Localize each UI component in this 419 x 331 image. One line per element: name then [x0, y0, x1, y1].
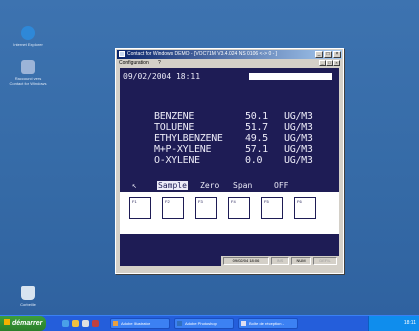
taskbar-item-inbox[interactable]: Boîte de réception - [238, 318, 298, 329]
status-ins: INS [271, 257, 289, 265]
quicklaunch-app-icon[interactable] [82, 320, 89, 327]
minimize-button[interactable]: _ [315, 51, 323, 58]
photoshop-icon [177, 321, 182, 326]
quicklaunch-ie-icon[interactable] [62, 320, 69, 327]
mdi-restore-button[interactable]: □ [326, 60, 333, 66]
inbox-icon [241, 321, 246, 326]
function-key-panel: F1 F2 F3 F4 F5 F6 [120, 192, 339, 234]
function-key-label: F6 [297, 199, 302, 204]
status-datetime: 09/02/04 18:06 [223, 257, 269, 265]
taskbar-item-photoshop[interactable]: Adobe Photoshop [174, 318, 234, 329]
app-window: Contact for Windows DEMO - [VOC71M V3.4.… [115, 48, 344, 274]
desktop-icon-label: Raccourci vers Contact for Windows [9, 76, 47, 86]
compound-unit: UG/M3 [284, 122, 313, 133]
compound-value: 51.7 [245, 122, 268, 133]
mdi-minimize-button[interactable]: _ [319, 60, 326, 66]
title-bar[interactable]: Contact for Windows DEMO - [VOC71M V3.4.… [117, 50, 342, 59]
message-bar [249, 73, 332, 80]
off-mode-button[interactable]: OFF [274, 181, 288, 190]
mdi-close-button[interactable]: × [333, 60, 340, 66]
desktop-icon-label: Internet Explorer [13, 42, 43, 47]
taskbar-item-label: Adobe Photoshop [185, 321, 217, 326]
compound-unit: UG/M3 [284, 111, 313, 122]
app-icon[interactable] [119, 51, 125, 57]
function-key-label: F1 [132, 199, 137, 204]
windows-logo-icon [4, 319, 10, 325]
taskbar-item-illustrator[interactable]: Adobe Illustrator [110, 318, 170, 329]
back-arrow-button[interactable]: ↖ [132, 181, 137, 190]
taskbar-item-label: Boîte de réception - [249, 321, 284, 326]
compound-unit: UG/M3 [284, 133, 313, 144]
recycle-bin-shortcut[interactable]: Corbeille [8, 286, 48, 307]
shortcut-icon [21, 60, 35, 74]
illustrator-icon [113, 321, 118, 326]
internet-explorer-icon [21, 26, 35, 40]
compound-value: 57.1 [245, 144, 268, 155]
compound-name: TOLUENE [154, 122, 195, 133]
compound-name: BENZENE [154, 111, 195, 122]
maximize-button[interactable]: □ [324, 51, 332, 58]
start-label: démarrer [12, 320, 43, 327]
compound-value: 0.0 [245, 155, 263, 166]
function-key-f5[interactable]: F5 [261, 197, 283, 219]
status-bar: 09/02/04 18:06 INS NUM DEFIL [221, 256, 339, 266]
menu-label: Configuration [119, 60, 149, 66]
internet-explorer-shortcut[interactable]: Internet Explorer [8, 26, 48, 47]
compound-name: O-XYLENE [154, 155, 200, 166]
taskbar: démarrer Adobe Illustrator Adobe Photosh… [0, 315, 419, 331]
contact-shortcut[interactable]: Raccourci vers Contact for Windows [8, 60, 48, 86]
compound-unit: UG/M3 [284, 155, 313, 166]
system-tray: 18:11 [368, 316, 419, 331]
function-key-label: F4 [231, 199, 236, 204]
menu-configuration[interactable]: Configuration [119, 60, 149, 66]
compound-value: 49.5 [245, 133, 268, 144]
quicklaunch-folder-icon[interactable] [72, 320, 79, 327]
sample-mode-button[interactable]: Sample [157, 181, 188, 190]
function-key-label: F3 [198, 199, 203, 204]
menu-help[interactable]: ? [158, 60, 161, 66]
function-key-label: F2 [165, 199, 170, 204]
analyzer-datetime: 09/02/2004 18:11 [123, 72, 201, 81]
function-key-f3[interactable]: F3 [195, 197, 217, 219]
close-button[interactable]: × [333, 51, 341, 58]
status-num: NUM [291, 257, 311, 265]
zero-mode-button[interactable]: Zero [200, 181, 219, 190]
span-mode-button[interactable]: Span [233, 181, 252, 190]
compound-name: ETHYLBENZENE [154, 133, 223, 144]
function-key-f2[interactable]: F2 [162, 197, 184, 219]
compound-unit: UG/M3 [284, 144, 313, 155]
compound-name: M+P-XYLENE [154, 144, 212, 155]
function-key-f1[interactable]: F1 [129, 197, 151, 219]
compound-value: 50.1 [245, 111, 268, 122]
desktop: Internet Explorer Raccourci vers Contact… [0, 0, 419, 315]
function-key-f4[interactable]: F4 [228, 197, 250, 219]
function-key-f6[interactable]: F6 [294, 197, 316, 219]
desktop-icon-label: Corbeille [20, 302, 36, 307]
recycle-bin-icon [21, 286, 35, 300]
taskbar-item-label: Adobe Illustrator [121, 321, 151, 326]
function-key-label: F5 [264, 199, 269, 204]
window-title: Contact for Windows DEMO - [VOC71M V3.4.… [127, 51, 278, 57]
status-scroll: DEFIL [313, 257, 337, 265]
menu-bar: Configuration ? _ □ × [117, 59, 342, 67]
quicklaunch-media-icon[interactable] [92, 320, 99, 327]
start-button[interactable]: démarrer [0, 316, 46, 331]
tray-clock[interactable]: 18:11 [404, 316, 416, 331]
analyzer-display: 09/02/2004 18:11 BENZENE 50.1 UG/M3 TOLU… [120, 68, 339, 266]
